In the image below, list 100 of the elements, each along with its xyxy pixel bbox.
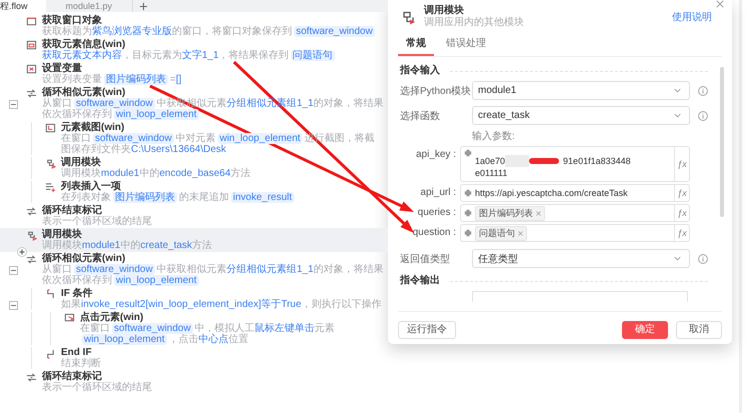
flow-step[interactable]: 获取窗口对象 获取标题为紫鸟浏览器专业版的窗口，将窗口对象保存到 software_window: [0, 14, 388, 38]
step-title: 调用模块: [61, 157, 102, 168]
parameter-field[interactable]: https://api.yescaptcha.com/createTask ƒx: [460, 184, 690, 202]
close-icon[interactable]: [716, 0, 724, 8]
step-description: 调用模块module1中的create_task方法: [42, 240, 214, 251]
flow-step[interactable]: 调用模块 调用模块module1中的encode_base64方法: [0, 156, 388, 180]
flow-step[interactable]: 循环结束标记 表示一个循环区域的结尾: [0, 204, 388, 228]
add-icon[interactable]: [17, 247, 27, 257]
scrollbar[interactable]: [720, 67, 724, 217]
flow-step[interactable]: 设置变量 设置列表变量 图片编码列表 =[]: [0, 62, 388, 86]
parameter-label: queries :: [416, 206, 457, 218]
info-icon[interactable]: [698, 86, 708, 96]
section-title: 指令输入: [400, 65, 440, 77]
step-description: 获取元素文本内容，目标元素为文字1_1，将结果保存到 问题语句: [42, 50, 336, 61]
step-description: 结束判断: [61, 358, 102, 369]
flow-step[interactable]: 调用模块 调用模块module1中的create_task方法: [0, 228, 388, 252]
step-title: 循环相似元素(win): [42, 253, 126, 264]
flow-step[interactable]: 点击元素(win) 在窗口 software_window 中，模拟人工鼠标左键单击元素 win_loop_element ，点击中心点位置: [0, 311, 388, 346]
caret-icon: [674, 256, 681, 261]
help-link[interactable]: 使用说明: [672, 10, 712, 24]
step-description: 从窗口 software_window 中获取相似元素分组相似元素组1_1的对象，将结果依次循环保存到 win_loop_element: [42, 264, 384, 286]
list-icon: [45, 182, 56, 193]
step-description: 获取标题为紫鸟浏览器专业版的窗口，将窗口对象保存到 software_window: [42, 26, 376, 37]
variable-tag: 问题语句: [290, 50, 335, 61]
screenshot-icon: [45, 123, 56, 134]
flow-step[interactable]: IF 条件 如果invoke_result2[win_loop_element_index]等于True，则执行以下操作: [0, 287, 388, 311]
loop-icon: [26, 206, 37, 217]
collapse-toggle[interactable]: [8, 266, 18, 275]
step-description: 如果invoke_result2[win_loop_element_index]等于True，则执行以下操作: [61, 299, 382, 310]
parameter-field[interactable]: 1a0e70 91e01f1a833448 e011111 ƒx: [460, 146, 690, 182]
field-label: 返回值类型: [400, 252, 451, 266]
variable-tag: win_loop_element: [218, 133, 302, 144]
step-description: 表示一个循环区域的结尾: [42, 216, 153, 227]
formula-button[interactable]: ƒx: [674, 205, 689, 221]
variable-tag: win_loop_element: [114, 109, 199, 120]
flow-step[interactable]: 循环结束标记 表示一个循环区域的结尾: [0, 370, 388, 394]
flow-step[interactable]: End IF 结束判断: [0, 346, 388, 370]
step-title: 点击元素(win): [80, 312, 144, 323]
branch-icon: [45, 289, 56, 300]
field-label: 选择函数: [400, 110, 441, 122]
variable-tag: win_loop_element: [114, 275, 199, 286]
output-field[interactable]: [472, 291, 688, 302]
flow-step[interactable]: 列表插入一项 在列表对象 图片编码列表 的末尾追加 invoke_result: [0, 180, 388, 204]
formula-button[interactable]: ƒx: [674, 225, 689, 241]
dialog-title: 调用模块: [424, 5, 465, 16]
variable-tag: 图片编码列表: [104, 74, 168, 85]
step-description: 在列表对象 图片编码列表 的末尾追加 invoke_result: [61, 192, 295, 203]
cursor-icon: [64, 313, 75, 324]
parameter-label: api_url :: [419, 186, 457, 198]
formula-button[interactable]: ƒx: [674, 147, 689, 181]
step-title: 循环结束标记: [42, 205, 103, 216]
info-icon[interactable]: [698, 110, 708, 120]
loop-icon: [26, 88, 37, 99]
parameter-field[interactable]: 问题语句 ƒx: [460, 224, 690, 242]
select-field[interactable]: 任意类型: [472, 249, 690, 268]
variable-tag: software_window: [112, 323, 193, 334]
loop-icon: [26, 372, 37, 383]
tab[interactable]: 错误处理: [438, 34, 494, 56]
file-tab[interactable]: 程.flow: [0, 0, 46, 12]
step-description: 调用模块module1中的encode_base64方法: [61, 168, 252, 179]
tab[interactable]: 常规: [398, 34, 434, 56]
window-icon: [26, 16, 37, 27]
confirm-button[interactable]: 确定: [622, 321, 668, 339]
loop-icon: [26, 254, 37, 265]
parameter-field[interactable]: 图片编码列表 ƒx: [460, 204, 690, 222]
flow-step[interactable]: 循环相似元素(win) 从窗口 software_window 中获取相似元素分组相似元素组1_1的对象，将结果依次循环保存到 win_loop_element: [0, 252, 388, 287]
collapse-toggle[interactable]: [8, 301, 18, 310]
close-icon[interactable]: [536, 210, 541, 216]
step-title: IF 条件: [61, 288, 94, 299]
select-field[interactable]: module1: [472, 81, 690, 100]
button[interactable]: 取消: [676, 321, 722, 339]
flow-step[interactable]: 获取元素信息(win) 获取元素文本内容，目标元素为文字1_1，将结果保存到 问题语句: [0, 38, 388, 62]
step-title: 列表插入一项: [61, 181, 122, 192]
select-field[interactable]: create_task: [472, 106, 690, 125]
collapse-toggle[interactable]: [8, 100, 18, 109]
variable-tag: software_window: [74, 264, 155, 275]
step-title: 循环相似元素(win): [42, 87, 126, 98]
button[interactable]: 运行指令: [398, 321, 456, 339]
variable-tag: invoke_result: [231, 192, 294, 203]
variable-tag: 图片编码列表: [475, 206, 545, 220]
field-label: 选择Python模块: [400, 84, 472, 98]
variable-tag: 问题语句: [475, 226, 527, 240]
parameters-label: 输入参数:: [472, 131, 516, 143]
step-title: 获取元素信息(win): [42, 39, 126, 50]
variable-tag: software_window: [294, 26, 375, 37]
step-description: 在窗口 software_window 中，模拟人工鼠标左键单击元素 win_loop_element ，点击中心点位置: [80, 323, 336, 345]
variable-tag: win_loop_element: [82, 334, 167, 345]
close-icon[interactable]: [518, 230, 523, 236]
step-title: 设置变量: [42, 63, 82, 74]
step-description: 表示一个循环区域的结尾: [42, 382, 153, 393]
parameter-label: api_key :: [414, 148, 457, 160]
add-tab-icon[interactable]: [139, 2, 148, 10]
caret-icon: [674, 113, 681, 118]
section-title: 指令输出: [400, 275, 440, 287]
step-title: 调用模块: [42, 229, 83, 240]
variable-tag: software_window: [74, 98, 155, 109]
info-icon[interactable]: [698, 254, 708, 264]
element-icon: [26, 40, 37, 51]
dialog-subtitle: 调用应用内的其他模块: [424, 17, 525, 29]
formula-button[interactable]: ƒx: [674, 185, 689, 201]
